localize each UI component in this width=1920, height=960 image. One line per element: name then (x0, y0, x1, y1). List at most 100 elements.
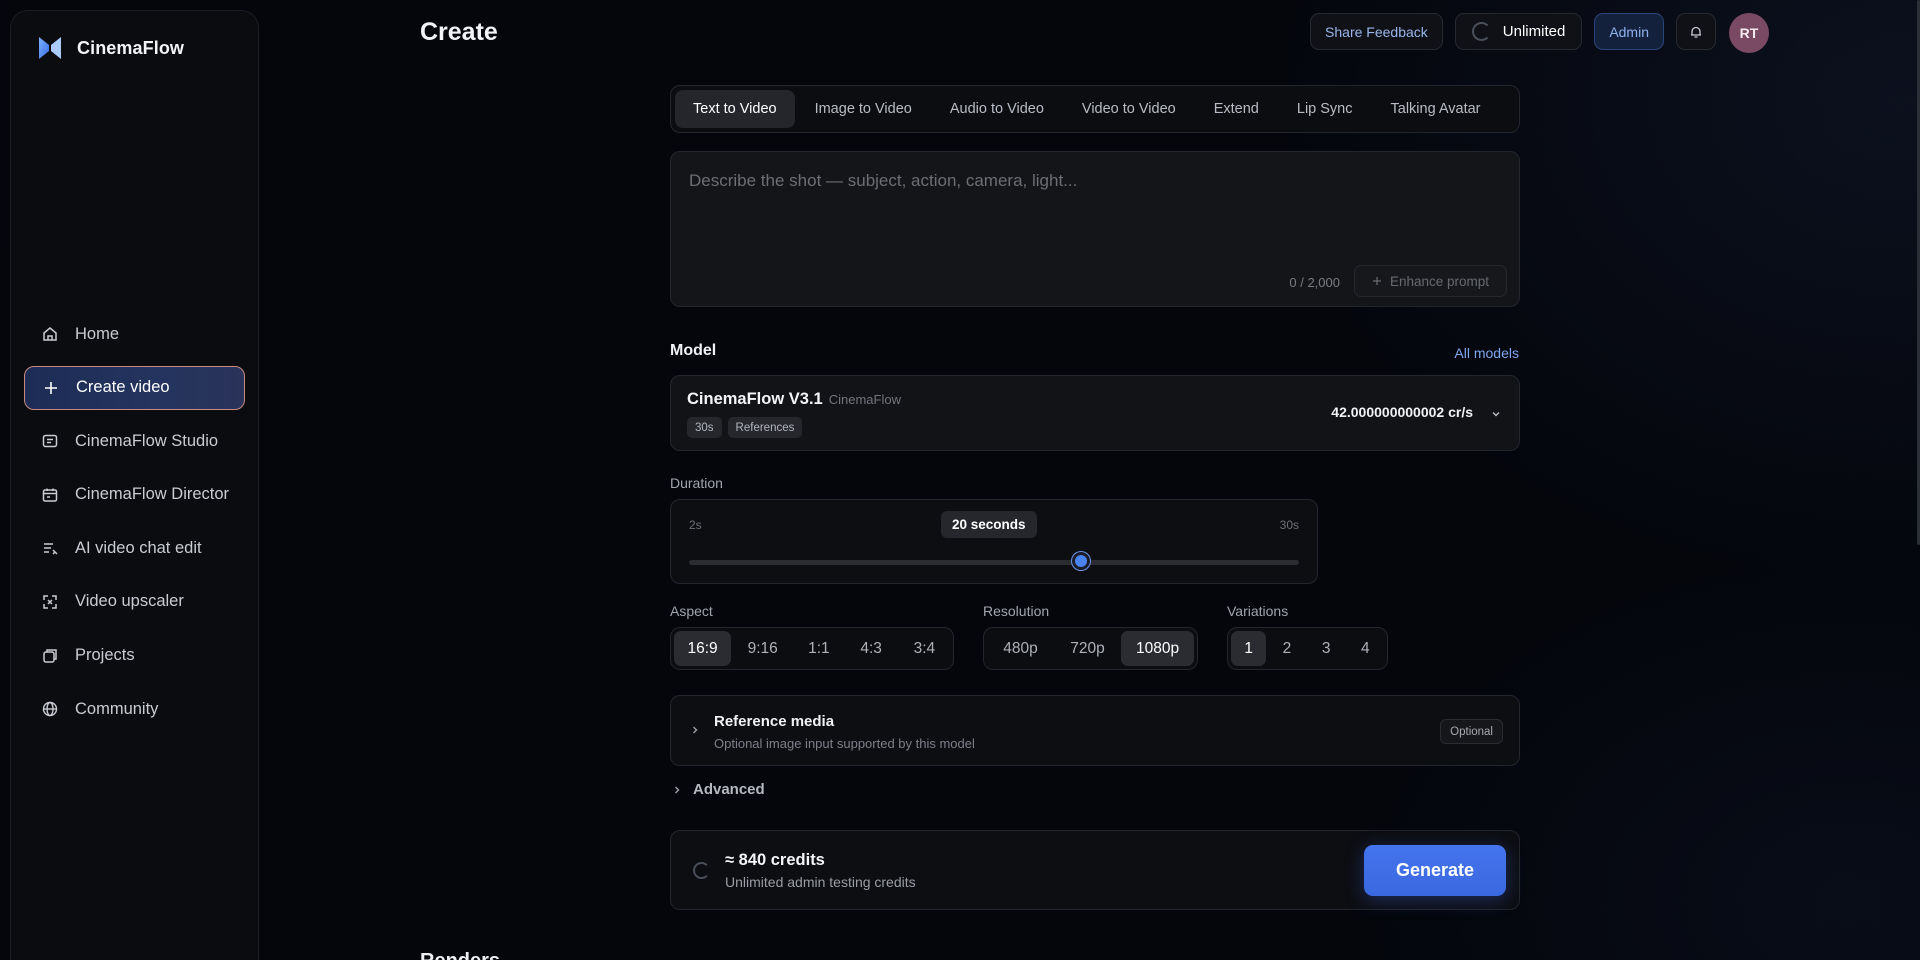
tab-text-to-video[interactable]: Text to Video (675, 90, 795, 128)
generate-button[interactable]: Generate (1364, 845, 1506, 896)
aspect-option-16-9[interactable]: 16:9 (674, 631, 732, 666)
aspect-label: Aspect (670, 603, 713, 619)
duration-max: 30s (1279, 518, 1299, 532)
plus-icon (45, 381, 57, 394)
all-models-link[interactable]: All models (1454, 345, 1519, 361)
resolution-option-720p[interactable]: 720p (1056, 631, 1119, 666)
tab-talking-avatar[interactable]: Talking Avatar (1373, 90, 1499, 128)
sidebar-item-projects[interactable]: Projects (24, 634, 245, 678)
sidebar-item-label: Community (75, 699, 159, 718)
projects-icon (43, 648, 57, 663)
sidebar-item-chat-edit[interactable]: AI video chat edit (24, 526, 245, 570)
sidebar: CinemaFlow Home Create video CinemaFlow … (10, 10, 259, 960)
enhance-prompt-label: Enhance prompt (1389, 273, 1490, 289)
chat-edit-icon (44, 543, 58, 555)
variations-option-4[interactable]: 4 (1347, 631, 1384, 666)
avatar[interactable]: RT (1729, 13, 1769, 53)
tab-audio-to-video[interactable]: Audio to Video (932, 90, 1062, 128)
variations-option-3[interactable]: 3 (1308, 631, 1345, 666)
reference-media-subtitle: Optional image input supported by this m… (714, 736, 975, 751)
sidebar-item-label: Home (75, 324, 120, 343)
tab-video-to-video[interactable]: Video to Video (1064, 90, 1194, 128)
model-name: CinemaFlow V3.1 (687, 390, 823, 408)
optional-badge: Optional (1440, 719, 1503, 744)
prompt-input[interactable] (689, 171, 1489, 191)
duration-slider-track[interactable] (689, 560, 1299, 565)
sparkle-icon (1372, 277, 1381, 285)
duration-slider-panel: 2s 20 seconds 30s (670, 499, 1318, 584)
model-selector[interactable]: CinemaFlow V3.1 CinemaFlow 30s References… (670, 375, 1520, 451)
mode-tabs: Text to Video Image to Video Audio to Vi… (670, 85, 1520, 133)
sidebar-item-director[interactable]: CinemaFlow Director (24, 473, 245, 517)
loading-spinner-icon (1471, 22, 1491, 41)
enhance-prompt-button[interactable]: Enhance prompt (1354, 265, 1507, 297)
prompt-box: 0 / 2,000 Enhance prompt (670, 151, 1520, 307)
share-feedback-button[interactable]: Share Feedback (1310, 13, 1443, 50)
page-title: Create (420, 18, 498, 46)
brand[interactable]: CinemaFlow (37, 35, 184, 61)
credits-spinner-icon (693, 862, 710, 879)
aspect-option-1-1[interactable]: 1:1 (794, 631, 843, 666)
advanced-toggle[interactable]: Advanced (671, 781, 765, 798)
expand-icon (43, 595, 57, 609)
plan-label: Unlimited (1502, 23, 1566, 40)
model-chip: 30s (687, 417, 722, 438)
chevron-down-icon (1492, 412, 1500, 417)
brand-name: CinemaFlow (77, 37, 185, 58)
sidebar-item-upscaler[interactable]: Video upscaler (24, 580, 245, 624)
variations-label: Variations (1227, 603, 1289, 619)
char-count: 0 / 2,000 (1289, 275, 1340, 290)
sidebar-item-community[interactable]: Community (24, 687, 245, 731)
model-name-row: CinemaFlow V3.1 CinemaFlow (687, 390, 901, 409)
sidebar-item-create-video[interactable]: Create video (24, 365, 245, 410)
model-vendor: CinemaFlow (828, 392, 901, 407)
model-section-title: Model (670, 342, 717, 359)
variations-selector: 1 2 3 4 (1227, 627, 1388, 670)
reference-media-title: Reference media (714, 713, 835, 730)
sidebar-item-studio[interactable]: CinemaFlow Studio (24, 419, 245, 463)
resolution-selector: 480p 720p 1080p (983, 627, 1198, 670)
aspect-option-4-3[interactable]: 4:3 (846, 631, 897, 666)
sidebar-item-label: CinemaFlow Director (75, 485, 230, 504)
duration-label: Duration (670, 475, 723, 491)
cinemaflow-logo-icon (39, 37, 61, 59)
credits-estimate: ≈ 840 credits (725, 851, 825, 869)
advanced-label: Advanced (693, 781, 765, 798)
studio-icon (42, 434, 58, 448)
model-chips: 30s References (687, 417, 803, 438)
admin-button[interactable]: Admin (1594, 13, 1664, 50)
duration-value: 20 seconds (941, 511, 1037, 538)
duration-slider-handle[interactable] (1072, 552, 1091, 570)
variations-option-2[interactable]: 2 (1268, 631, 1305, 666)
credits-subtitle: Unlimited admin testing credits (725, 874, 916, 890)
resolution-option-1080p[interactable]: 1080p (1121, 631, 1194, 666)
topbar: Share Feedback Unlimited Admin (1310, 13, 1716, 50)
notifications-button[interactable] (1676, 13, 1716, 50)
resolution-option-480p[interactable]: 480p (987, 631, 1054, 666)
sidebar-item-home[interactable]: Home (24, 312, 245, 356)
globe-icon (42, 701, 58, 717)
sidebar-item-label: CinemaFlow Studio (75, 431, 219, 450)
sidebar-item-label: AI video chat edit (75, 538, 202, 557)
credits-panel: ≈ 840 credits Unlimited admin testing cr… (670, 830, 1520, 910)
home-icon (43, 327, 57, 341)
bell-icon (1691, 26, 1701, 38)
aspect-selector: 16:9 9:16 1:1 4:3 3:4 (670, 627, 954, 670)
plan-button[interactable]: Unlimited (1454, 13, 1583, 50)
aspect-option-3-4[interactable]: 3:4 (899, 631, 950, 666)
tab-image-to-video[interactable]: Image to Video (797, 90, 930, 128)
model-rate: 42.000000000002 cr/s (1331, 404, 1473, 420)
sidebar-nav: Home Create video CinemaFlow Studio Cine… (24, 312, 245, 741)
resolution-label: Resolution (983, 603, 1050, 619)
sidebar-item-label: Projects (75, 646, 135, 665)
chevron-right-icon (675, 786, 680, 793)
tab-extend[interactable]: Extend (1196, 90, 1277, 128)
tab-lip-sync[interactable]: Lip Sync (1279, 90, 1371, 128)
reference-media-panel[interactable]: Reference media Optional image input sup… (670, 695, 1520, 766)
variations-option-1[interactable]: 1 (1231, 631, 1267, 666)
aspect-option-9-16[interactable]: 9:16 (733, 631, 792, 666)
director-icon (42, 488, 58, 502)
sidebar-item-label: Video upscaler (75, 592, 184, 611)
chevron-right-icon (693, 726, 698, 734)
duration-min: 2s (689, 518, 702, 532)
